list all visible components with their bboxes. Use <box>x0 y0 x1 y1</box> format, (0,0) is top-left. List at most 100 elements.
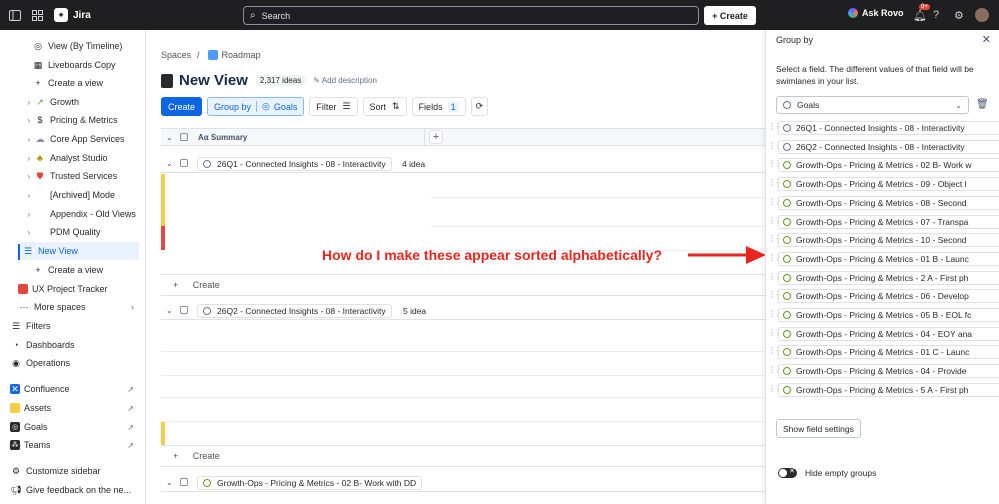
group-header-row[interactable]: ⌄ 26Q2 - Connected Insights - 08 - Inter… <box>161 302 765 320</box>
chevron-right-icon[interactable]: › <box>24 98 34 107</box>
group-checkbox[interactable] <box>180 306 188 314</box>
hide-empty-groups-toggle[interactable] <box>778 467 797 478</box>
chevron-right-icon[interactable]: › <box>24 210 34 219</box>
sidebar-item-appendix-old-views[interactable]: › Appendix - Old Views <box>0 205 145 223</box>
group-value-item[interactable]: ⋮⋮ Growth-Ops - Pricing & Metrics - 07 - … <box>766 214 999 230</box>
group-header-row[interactable]: ⌄ 26Q1 - Connected Insights - 08 - Inter… <box>161 155 765 173</box>
group-by-field-select[interactable]: Goals ⌄ <box>776 96 969 114</box>
sidebar-item-give-feedback[interactable]: 📢︎ Give feedback on the ne... <box>0 481 145 499</box>
sidebar-item-growth[interactable]: › ↗ Growth <box>0 93 145 111</box>
jira-icon: ✦ <box>54 8 68 22</box>
chevron-down-icon[interactable]: ⌄ <box>166 478 173 487</box>
sidebar-toggle-icon[interactable] <box>8 8 22 22</box>
teams-icon: ⁂ <box>10 440 20 450</box>
group-value-item[interactable]: ⋮⋮ 26Q1 - Connected Insights - 08 - Inter… <box>766 120 999 136</box>
settings-gear-icon[interactable]: ⚙ <box>954 9 964 22</box>
search-input[interactable]: ⌕ Search <box>243 6 699 25</box>
fields-button[interactable]: Fields 1 <box>411 97 466 116</box>
sidebar-item-archived-mode[interactable]: › [Archived] Mode <box>0 186 145 204</box>
create-idea-button[interactable]: Create <box>161 97 203 116</box>
add-column-button[interactable]: + <box>429 130 443 144</box>
group-value-label: Growth-Ops - Pricing & Metrics - 05 B - … <box>778 308 999 322</box>
sidebar-item-assets[interactable]: Assets ↗ <box>0 399 145 417</box>
sidebar-item-ux-project-tracker[interactable]: UX Project Tracker <box>0 280 145 298</box>
summary-column-header[interactable]: Aα Summary <box>198 133 247 142</box>
help-icon[interactable]: ? <box>933 9 939 21</box>
select-all-checkbox[interactable] <box>180 133 188 141</box>
app-switcher-icon[interactable] <box>30 8 44 22</box>
sidebar-item-analyst-studio[interactable]: › ♣ Analyst Studio <box>0 149 145 167</box>
sidebar-item-confluence[interactable]: ✕ Confluence ↗ <box>0 380 145 398</box>
filter-icon: ☰ <box>11 320 21 331</box>
goal-icon <box>203 159 211 168</box>
group-value-label: Growth-Ops - Pricing & Metrics - 04 - EO… <box>778 326 999 341</box>
sidebar-item-create-view[interactable]: + Create a view <box>0 74 145 92</box>
avatar[interactable] <box>975 8 989 22</box>
group-value-item[interactable]: ⋮⋮ Growth-Ops - Pricing & Metrics - 2 A -… <box>766 270 999 286</box>
chevron-right-icon[interactable]: › <box>24 228 34 237</box>
group-label-text: Growth-Ops - Pricing & Metrics - 02 B- W… <box>217 477 417 488</box>
ask-rovo-button[interactable]: Ask Rovo <box>848 8 904 18</box>
refresh-button[interactable]: ⟳ <box>470 97 489 116</box>
sidebar-item-liveboards-copy[interactable]: ▦ Liveboards Copy <box>0 56 145 74</box>
jira-logo[interactable]: ✦ Jira <box>54 8 91 22</box>
group-value-item[interactable]: ⋮⋮ Growth-Ops - Pricing & Metrics - 06 - … <box>766 288 999 304</box>
sidebar-item-create-view-2[interactable]: + Create a view <box>0 261 145 279</box>
group-value-item[interactable]: ⋮⋮ Growth-Ops - Pricing & Metrics - 01 B … <box>766 251 999 267</box>
sidebar-item-new-view[interactable]: ☰ New View <box>20 242 139 260</box>
show-field-settings-button[interactable]: Show field settings <box>776 419 861 438</box>
sidebar-item-customize-sidebar[interactable]: ⚙ Customize sidebar <box>0 462 145 480</box>
group-header-row[interactable]: ⌄ Growth-Ops - Pricing & Metrics - 02 B-… <box>161 474 765 492</box>
group-value-item[interactable]: ⋮⋮ Growth-Ops - Pricing & Metrics - 08 - … <box>766 195 999 211</box>
add-description-link[interactable]: ✎ Add description <box>313 76 377 85</box>
group-label: Growth-Ops - Pricing & Metrics - 02 B- W… <box>197 475 423 490</box>
group-value-item[interactable]: ⋮⋮ Growth-Ops - Pricing & Metrics - 05 B … <box>766 307 999 323</box>
close-icon[interactable]: ✕ <box>982 33 991 46</box>
roadmap-icon <box>207 50 218 60</box>
group-value-item[interactable]: ⋮⋮ 26Q2 - Connected Insights - 08 - Inter… <box>766 139 999 155</box>
sidebar-item-pricing-metrics[interactable]: › $ Pricing & Metrics <box>0 111 145 129</box>
group-value-item[interactable]: ⋮⋮ Growth-Ops - Pricing & Metrics - 09 - … <box>766 176 999 192</box>
group-checkbox[interactable] <box>180 478 188 486</box>
sidebar-item-pdm-quality[interactable]: › PDM Quality <box>0 223 145 241</box>
chevron-right-icon[interactable]: › <box>24 191 34 200</box>
chevron-down-icon[interactable]: ⌄ <box>166 159 173 168</box>
sidebar-item-operations[interactable]: ◉ Operations <box>0 354 145 372</box>
sidebar-item-core-app-services[interactable]: › ☁ Core App Services <box>0 130 145 148</box>
group-value-item[interactable]: ⋮⋮ Growth-Ops - Pricing & Metrics - 01 C … <box>766 344 999 360</box>
group-by-button[interactable]: Group by ◎ Goals <box>207 97 305 116</box>
sidebar-item-more-spaces[interactable]: ··· More spaces › <box>0 298 145 316</box>
external-link-icon: ↗ <box>127 384 134 394</box>
group-value-item[interactable]: ⋮⋮ Growth-Ops - Pricing & Metrics - 10 - … <box>766 232 999 248</box>
create-button[interactable]: + Create <box>704 6 756 25</box>
sidebar-item-filters[interactable]: ☰ Filters <box>0 317 145 335</box>
create-idea-row[interactable]: + Create <box>161 445 765 467</box>
notifications-bell-icon[interactable]: 🔔︎ <box>913 9 927 22</box>
sidebar-item-view-by-timeline[interactable]: ◎ View (By Timeline) <box>0 37 145 55</box>
chevron-right-icon[interactable]: › <box>24 154 34 163</box>
chevron-right-icon[interactable]: › <box>24 135 34 144</box>
sidebar-item-goals[interactable]: ◎ Goals ↗ <box>0 418 145 436</box>
group-value-item[interactable]: ⋮⋮ Growth-Ops - Pricing & Metrics - 04 - … <box>766 363 999 379</box>
cloud-icon: ☁ <box>35 133 45 144</box>
sidebar-item-trusted-services[interactable]: › ⛊ Trusted Services <box>0 167 145 185</box>
chevron-right-icon[interactable]: › <box>24 116 34 125</box>
sort-button[interactable]: Sort ⇅ <box>362 97 407 116</box>
collapse-all-chevron-icon[interactable]: ⌄ <box>166 133 173 142</box>
group-value-text: Growth-Ops - Pricing & Metrics - 09 - Ob… <box>796 179 967 190</box>
sidebar-item-teams[interactable]: ⁂ Teams ↗ <box>0 436 145 454</box>
page-title[interactable]: New View <box>179 72 248 89</box>
chevron-right-icon[interactable]: › <box>24 172 34 181</box>
create-label: Create <box>192 451 220 461</box>
create-idea-row[interactable]: + Create <box>161 274 765 296</box>
chevron-down-icon[interactable]: ⌄ <box>166 306 173 315</box>
filter-button[interactable]: Filter ☰ <box>309 97 358 116</box>
group-value-item[interactable]: ⋮⋮ Growth-Ops - Pricing & Metrics - 02 B-… <box>766 157 999 173</box>
breadcrumb-roadmap[interactable]: Roadmap <box>222 50 261 60</box>
breadcrumb-spaces[interactable]: Spaces <box>161 50 191 60</box>
group-value-item[interactable]: ⋮⋮ Growth-Ops - Pricing & Metrics - 5 A -… <box>766 382 999 398</box>
group-value-item[interactable]: ⋮⋮ Growth-Ops - Pricing & Metrics - 04 - … <box>766 326 999 342</box>
group-checkbox[interactable] <box>180 159 188 167</box>
trash-icon[interactable]: 🗑︎ <box>976 99 989 110</box>
sidebar-item-dashboards[interactable]: ◔ Dashboards <box>0 336 145 354</box>
